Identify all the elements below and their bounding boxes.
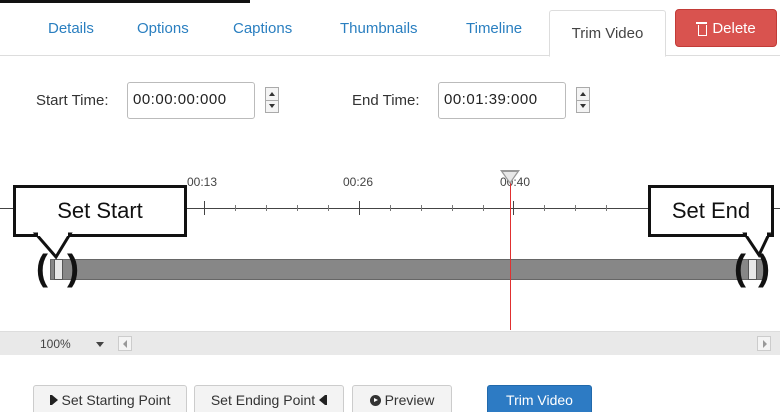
start-time-input[interactable]: [133, 91, 251, 108]
tab-trim-video[interactable]: Trim Video: [549, 10, 666, 57]
tab-bar: Details Options Captions Thumbnails Time…: [0, 0, 780, 57]
start-time-field: [127, 82, 255, 119]
ruler-minor-tick: [606, 205, 607, 211]
set-start-callout-tail: [32, 230, 73, 260]
ruler-minor-tick: [483, 205, 484, 211]
set-starting-point-label: Set Starting Point: [61, 392, 171, 408]
set-end-callout-tail: [742, 230, 772, 259]
chevron-up-icon: [269, 92, 275, 96]
tab-trim-video-label: Trim Video: [571, 25, 644, 42]
playhead-line: [510, 180, 511, 330]
set-start-callout-text: Set Start: [57, 198, 143, 223]
chevron-down-icon[interactable]: [96, 342, 104, 347]
ruler-minor-tick: [421, 205, 422, 211]
set-end-callout-text: Set End: [671, 198, 751, 223]
tab-options[interactable]: Options: [137, 20, 189, 37]
preview-button[interactable]: Preview: [352, 385, 452, 412]
ruler-minor-tick: [544, 205, 545, 211]
trim-video-button[interactable]: Trim Video: [487, 385, 592, 412]
chevron-down-icon: [580, 104, 586, 108]
set-start-callout: Set Start: [13, 185, 187, 237]
chevron-up-icon: [580, 92, 586, 96]
tab-thumbnails[interactable]: Thumbnails: [340, 20, 418, 37]
trim-range-bar[interactable]: [50, 259, 764, 280]
ruler-major-tick: [513, 201, 514, 215]
playhead-marker[interactable]: [500, 170, 520, 184]
chevron-down-icon: [269, 104, 275, 108]
set-end-callout: Set End: [648, 185, 774, 237]
tab-captions[interactable]: Captions: [233, 20, 292, 37]
end-time-field: [438, 82, 566, 119]
ruler-major-tick: [204, 201, 205, 215]
delete-button[interactable]: Delete: [675, 9, 777, 47]
ruler-minor-tick: [297, 205, 298, 211]
end-time-stepper[interactable]: [576, 87, 590, 113]
scroll-right-button[interactable]: [757, 336, 771, 351]
ruler-minor-tick: [328, 205, 329, 211]
ruler-major-tick: [359, 201, 360, 215]
preview-label: Preview: [384, 392, 435, 408]
timeline-scrollbar[interactable]: 100%: [0, 331, 780, 355]
skip-start-icon: [49, 395, 58, 405]
ruler-minor-tick: [266, 205, 267, 211]
skip-end-icon: [319, 395, 328, 405]
start-time-stepper[interactable]: [265, 87, 279, 113]
tick-label: 00:26: [343, 175, 374, 189]
zoom-level[interactable]: 100%: [40, 337, 71, 351]
trim-video-label: Trim Video: [506, 392, 573, 408]
ruler-minor-tick: [235, 205, 236, 211]
tab-timeline[interactable]: Timeline: [466, 20, 522, 37]
chevron-left-icon: [123, 340, 127, 348]
trash-icon: [696, 21, 708, 36]
chevron-right-icon: [763, 340, 767, 348]
set-starting-point-button[interactable]: Set Starting Point: [33, 385, 187, 412]
end-time-label: End Time:: [352, 92, 420, 109]
start-time-label: Start Time:: [36, 92, 109, 109]
delete-button-label: Delete: [712, 19, 756, 37]
ruler-minor-tick: [452, 205, 453, 211]
tick-label: 00:13: [187, 175, 218, 189]
set-ending-point-label: Set Ending Point: [210, 392, 316, 408]
scroll-left-button[interactable]: [118, 336, 132, 351]
set-ending-point-button[interactable]: Set Ending Point: [194, 385, 344, 412]
play-circle-icon: [369, 394, 381, 406]
end-time-input[interactable]: [444, 91, 562, 108]
ruler-minor-tick: [575, 205, 576, 211]
tab-details[interactable]: Details: [48, 20, 94, 37]
ruler-minor-tick: [390, 205, 391, 211]
